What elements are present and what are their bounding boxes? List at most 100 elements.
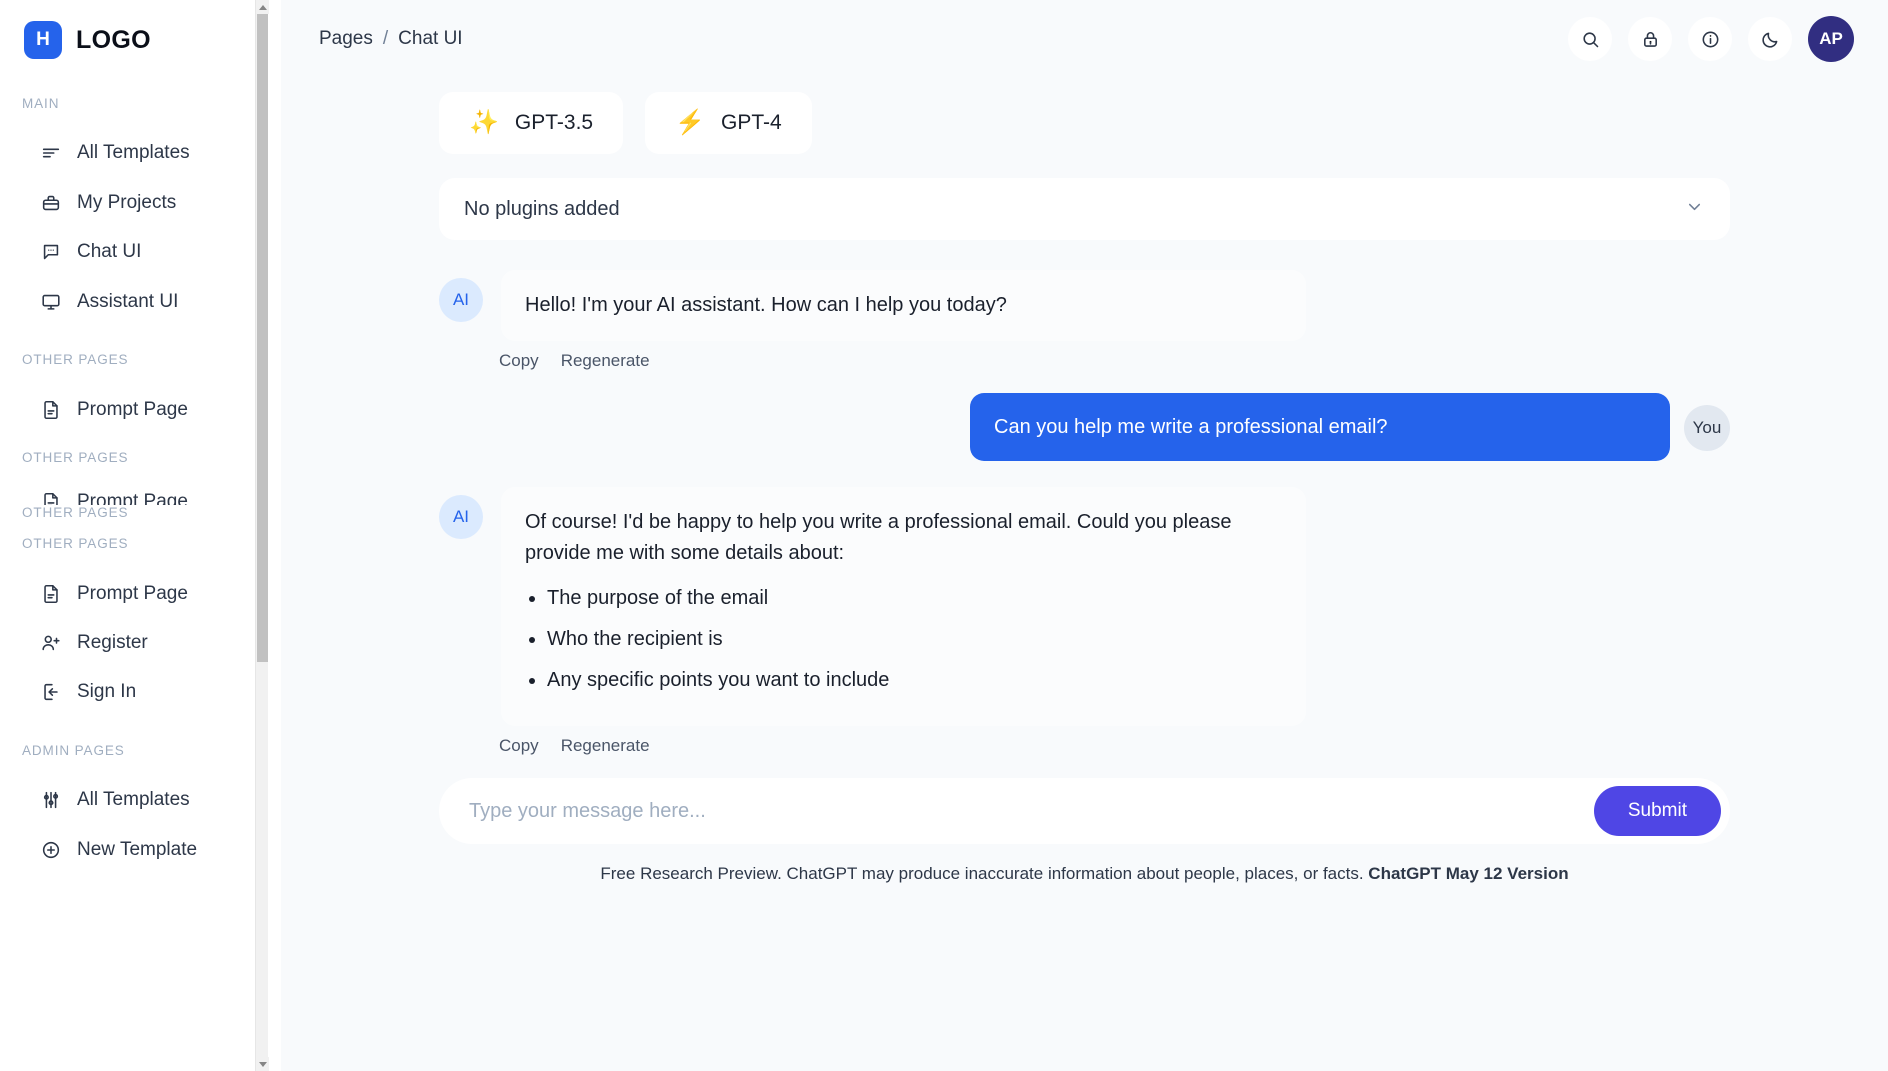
- app-root: H LOGO MAIN All Templates My Projects Ch…: [0, 0, 1888, 1071]
- footnote: Free Research Preview. ChatGPT may produ…: [439, 864, 1730, 884]
- sidebar-section-main-header: MAIN: [0, 96, 268, 111]
- main-content: Pages / Chat UI AP ✨ GPT-3.5 ⚡ GPT-4 No …: [281, 0, 1888, 1071]
- message-user: Can you help me write a professional ema…: [439, 393, 1730, 461]
- avatar-ai: AI: [439, 278, 483, 322]
- sidebar-item-new-template[interactable]: New Template: [0, 825, 268, 875]
- moon-icon[interactable]: [1748, 17, 1792, 61]
- document-icon: [40, 399, 62, 421]
- scroll-up-arrow[interactable]: [256, 0, 269, 14]
- sidebar-item-label: Prompt Page: [77, 583, 188, 604]
- plugins-label: No plugins added: [464, 197, 620, 220]
- breadcrumb-current: Chat UI: [398, 28, 463, 49]
- regenerate-button[interactable]: Regenerate: [561, 736, 650, 756]
- sidebar-section-other-pages-1-header: OTHER PAGES: [0, 352, 268, 367]
- message-actions-2: Copy Regenerate: [499, 736, 1730, 756]
- copy-button[interactable]: Copy: [499, 351, 539, 371]
- briefcase-icon: [40, 192, 62, 214]
- sliders-icon: [40, 789, 62, 811]
- footnote-version: ChatGPT May 12 Version: [1368, 864, 1569, 883]
- copy-button[interactable]: Copy: [499, 736, 539, 756]
- sidebar-item-sign-in[interactable]: Sign In: [0, 667, 268, 717]
- sidebar-item-label: Register: [77, 632, 148, 653]
- list-item: The purpose of the email: [547, 583, 1282, 614]
- sidebar-content: H LOGO MAIN All Templates My Projects Ch…: [0, 0, 269, 1071]
- chat-bubble-icon: [40, 241, 62, 263]
- avatar-ai: AI: [439, 495, 483, 539]
- sign-in-icon: [40, 681, 62, 703]
- lines-icon: [40, 142, 62, 164]
- list-item: Who the recipient is: [547, 624, 1282, 655]
- model-label: GPT-4: [720, 111, 782, 134]
- submit-button[interactable]: Submit: [1593, 786, 1721, 836]
- sidebar-item-prompt-page-1[interactable]: Prompt Page: [0, 385, 268, 435]
- sidebar-item-label: All Templates: [77, 789, 190, 810]
- sidebar-item-register[interactable]: Register: [0, 618, 268, 668]
- scrollbar-thumb[interactable]: [257, 14, 268, 662]
- section-header-label: OTHER PAGES: [22, 505, 129, 520]
- chat-panel: ✨ GPT-3.5 ⚡ GPT-4 No plugins added AI He…: [281, 78, 1888, 884]
- sidebar-section-other-pages-4-header: OTHER PAGES: [0, 536, 268, 551]
- model-button-gpt4[interactable]: ⚡ GPT-4: [645, 92, 812, 154]
- message-input[interactable]: [469, 799, 1594, 823]
- section-header-label: MAIN: [22, 96, 60, 111]
- scroll-down-arrow[interactable]: [256, 1057, 269, 1071]
- sidebar-item-label: Prompt Page: [77, 399, 188, 420]
- message-text: Hello! I'm your AI assistant. How can I …: [501, 270, 1306, 341]
- model-selector: ✨ GPT-3.5 ⚡ GPT-4: [439, 92, 1730, 154]
- section-header-label: OTHER PAGES: [22, 352, 129, 367]
- chevron-down-icon[interactable]: [1685, 197, 1704, 222]
- plugins-dropdown[interactable]: No plugins added: [439, 178, 1730, 240]
- sidebar-section-other-pages-3-header: OTHER PAGES: [0, 505, 268, 520]
- sidebar-item-label: New Template: [77, 839, 198, 860]
- sidebar-item-my-projects[interactable]: My Projects: [0, 178, 268, 228]
- message-actions-1: Copy Regenerate: [499, 351, 1730, 371]
- sidebar-item-label: Sign In: [77, 681, 137, 702]
- sparkles-icon: ✨: [469, 109, 499, 136]
- lock-icon[interactable]: [1628, 17, 1672, 61]
- regenerate-button[interactable]: Regenerate: [561, 351, 650, 371]
- topbar: Pages / Chat UI AP: [281, 0, 1888, 78]
- message-text: Can you help me write a professional ema…: [970, 393, 1670, 461]
- sidebar-section-other-pages-2-header: OTHER PAGES: [0, 450, 268, 465]
- message-body: Of course! I'd be happy to help you writ…: [501, 487, 1306, 726]
- sidebar-item-prompt-page-3[interactable]: Prompt Page: [0, 569, 268, 619]
- sidebar-item-assistant-ui[interactable]: Assistant UI: [0, 277, 268, 327]
- lightning-icon: ⚡: [675, 109, 705, 136]
- sidebar-item-label: Chat UI: [77, 241, 142, 262]
- user-plus-icon: [40, 632, 62, 654]
- sidebar-section-admin-pages-header: ADMIN PAGES: [0, 743, 268, 758]
- sidebar-item-chat-ui[interactable]: Chat UI: [0, 227, 268, 277]
- model-button-gpt35[interactable]: ✨ GPT-3.5: [439, 92, 624, 154]
- breadcrumb-separator: /: [382, 28, 389, 49]
- sidebar-item-label: My Projects: [77, 192, 177, 213]
- composer: Submit: [439, 778, 1730, 844]
- logo[interactable]: H LOGO: [0, 0, 268, 62]
- message-ai-2: AI Of course! I'd be happy to help you w…: [439, 487, 1730, 726]
- section-header-label: OTHER PAGES: [22, 536, 129, 551]
- info-icon[interactable]: [1688, 17, 1732, 61]
- avatar-user: You: [1684, 405, 1730, 451]
- document-icon: [40, 583, 62, 605]
- sidebar-item-admin-all-templates[interactable]: All Templates: [0, 775, 268, 825]
- model-label: GPT-3.5: [514, 111, 594, 134]
- sidebar-item-label: All Templates: [77, 142, 190, 163]
- sidebar-item-label: Assistant UI: [77, 291, 179, 312]
- section-header-label: OTHER PAGES: [22, 450, 129, 465]
- search-icon[interactable]: [1568, 17, 1612, 61]
- logo-badge: H: [24, 21, 62, 59]
- message-text: Of course! I'd be happy to help you writ…: [525, 511, 1232, 564]
- message-bullet-list: The purpose of the email Who the recipie…: [547, 583, 1282, 696]
- breadcrumb-parent[interactable]: Pages: [319, 28, 373, 50]
- message-ai-1: AI Hello! I'm your AI assistant. How can…: [439, 270, 1730, 341]
- avatar[interactable]: AP: [1808, 16, 1854, 62]
- breadcrumb: Pages / Chat UI: [319, 28, 463, 50]
- sidebar-scrollbar[interactable]: [255, 0, 269, 1071]
- list-item: Any specific points you want to include: [547, 665, 1282, 696]
- footnote-text: Free Research Preview. ChatGPT may produ…: [600, 864, 1369, 883]
- sidebar: H LOGO MAIN All Templates My Projects Ch…: [0, 0, 281, 1071]
- logo-text: LOGO: [76, 25, 151, 54]
- section-header-label: ADMIN PAGES: [22, 743, 125, 758]
- topbar-actions: AP: [1568, 16, 1854, 62]
- sidebar-item-all-templates[interactable]: All Templates: [0, 128, 268, 178]
- monitor-icon: [40, 291, 62, 313]
